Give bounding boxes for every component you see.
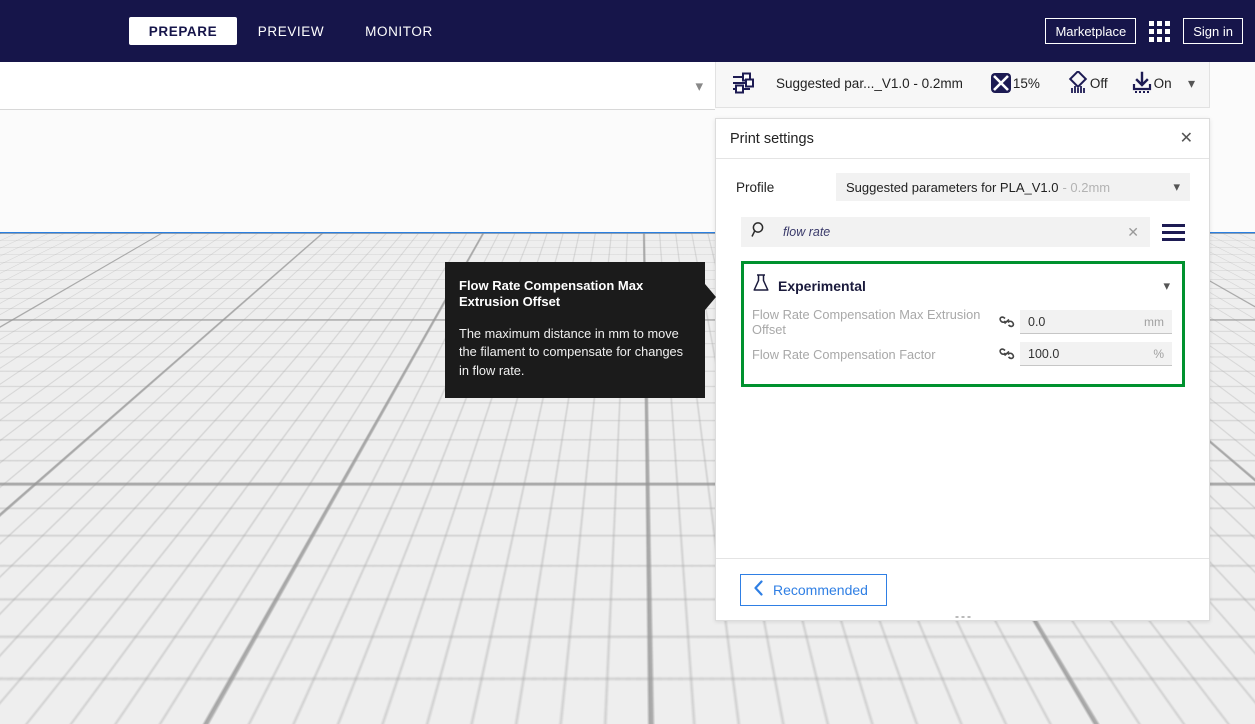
profile-value-suffix: - 0.2mm xyxy=(1062,179,1111,195)
setting-row: Flow Rate Compensation Factor 100.0 % xyxy=(752,338,1172,370)
setting-label: Flow Rate Compensation Factor xyxy=(752,346,936,362)
top-navigation-bar: PREPARE PREVIEW MONITOR Marketplace Sign… xyxy=(0,0,1255,62)
toolbar-profile-summary: Suggested par..._V1.0 - 0.2mm xyxy=(776,75,963,91)
close-icon[interactable]: ✕ xyxy=(1176,127,1197,151)
search-input[interactable] xyxy=(781,224,1125,240)
profile-label: Profile xyxy=(736,179,775,195)
close-icon[interactable]: ✕ xyxy=(1124,224,1142,241)
tooltip-title: Flow Rate Compensation Max Extrusion Off… xyxy=(459,278,644,310)
infill-value: 15% xyxy=(1012,75,1040,91)
search-row: ✕ xyxy=(741,217,1197,247)
panel-body: Profile Suggested parameters for PLA_V1.… xyxy=(716,159,1209,558)
support-value: Off xyxy=(1089,75,1108,91)
panel-footer: Recommended xyxy=(716,558,1209,620)
setting-value: 0.0 xyxy=(1028,314,1046,329)
adhesion-value: On xyxy=(1153,75,1172,91)
setting-input-field[interactable]: 0.0 mm xyxy=(1020,310,1172,334)
setting-label: Flow Rate Compensation Max Extrusion Off… xyxy=(752,307,981,337)
tooltip-arrow-icon xyxy=(705,284,716,310)
flask-experimental-icon xyxy=(752,273,770,298)
search-icon xyxy=(751,221,769,244)
hamburger-menu-icon[interactable] xyxy=(1162,223,1185,241)
infill-icon xyxy=(989,71,1013,95)
chevron-down-icon: ▾ xyxy=(1173,179,1180,194)
print-settings-panel: Print settings ✕ Profile Suggested param… xyxy=(715,118,1210,621)
sign-in-button[interactable]: Sign in xyxy=(1183,18,1243,44)
tab-monitor[interactable]: MONITOR xyxy=(345,17,453,45)
main-tabs: PREPARE PREVIEW MONITOR xyxy=(129,17,453,45)
recommended-label: Recommended xyxy=(773,581,868,598)
print-settings-sliders-icon xyxy=(730,71,756,95)
settings-category-experimental: Experimental ▾ Flow Rate Compensation Ma… xyxy=(741,261,1185,387)
tab-prepare[interactable]: PREPARE xyxy=(129,17,237,45)
recommended-button[interactable]: Recommended xyxy=(740,573,887,606)
application-window: ▾ PREPARE PREVIEW MONITOR Marketplace Si… xyxy=(0,0,1255,724)
category-title: Experimental xyxy=(778,277,866,294)
panel-header: Print settings ✕ xyxy=(716,119,1209,159)
panel-title: Print settings xyxy=(730,130,814,147)
navbar-actions: Marketplace Sign in xyxy=(1045,18,1243,44)
search-box[interactable]: ✕ xyxy=(741,217,1150,247)
setting-unit: mm xyxy=(1144,314,1164,329)
setting-tooltip: Flow Rate Compensation Max Extrusion Off… xyxy=(445,262,705,399)
chevron-down-icon[interactable]: ▾ xyxy=(1188,75,1195,92)
profile-dropdown[interactable]: Suggested parameters for PLA_V1.0 - 0.2m… xyxy=(836,173,1190,201)
tab-preview[interactable]: PREVIEW xyxy=(237,17,345,45)
chevron-down-icon[interactable]: ▾ xyxy=(1163,278,1170,294)
panel-resize-grip[interactable] xyxy=(955,616,970,618)
chevron-down-icon[interactable]: ▾ xyxy=(695,77,703,95)
profile-row: Profile Suggested parameters for PLA_V1.… xyxy=(726,173,1197,201)
adhesion-icon xyxy=(1130,71,1154,95)
setting-row: Flow Rate Compensation Max Extrusion Off… xyxy=(752,306,1172,338)
support-icon xyxy=(1066,71,1090,95)
tooltip-description: The maximum distance in mm to move the f… xyxy=(459,325,684,378)
print-setup-toolbar[interactable]: Suggested par..._V1.0 - 0.2mm 15% Off On… xyxy=(715,58,1210,108)
setting-input-field[interactable]: 100.0 % xyxy=(1020,342,1172,366)
category-header[interactable]: Experimental ▾ xyxy=(752,270,1172,306)
link-chain-icon[interactable] xyxy=(994,345,1020,363)
setting-value: 100.0 xyxy=(1028,346,1060,361)
marketplace-button[interactable]: Marketplace xyxy=(1045,18,1137,44)
model-settings-bar[interactable]: ▾ xyxy=(0,62,715,110)
chevron-left-icon xyxy=(753,580,764,599)
profile-value: Suggested parameters for PLA_V1.0 xyxy=(846,179,1059,195)
link-chain-icon[interactable] xyxy=(994,313,1020,331)
grid-apps-icon[interactable] xyxy=(1149,20,1171,42)
setting-unit: % xyxy=(1153,346,1164,361)
